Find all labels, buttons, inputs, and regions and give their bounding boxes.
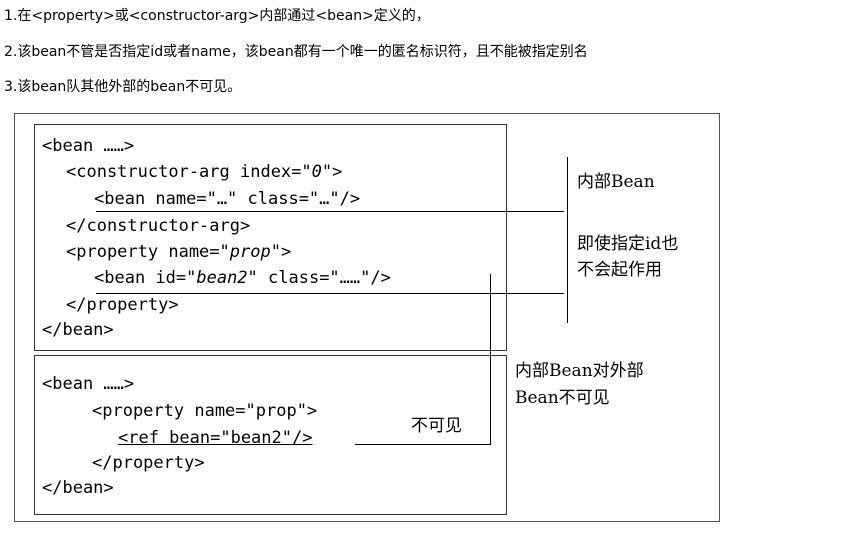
underline-invisible: [355, 444, 491, 445]
code-line-inner-bean: <bean name="…" class="…"/>: [94, 189, 361, 209]
code-line-bean-close: </bean>: [42, 320, 114, 340]
label-id-no-effect-1: 即使指定id也: [577, 234, 679, 254]
code-line-property-open: <property name="prop">: [66, 242, 292, 262]
label-inner-bean-outside-2: Bean不可见: [515, 388, 610, 408]
underline-inner-bean-id: [96, 293, 564, 294]
inner-bean-code-box: [34, 124, 507, 351]
label-inner-bean-outside-1: 内部Bean对外部: [515, 361, 644, 381]
underline-inner-bean: [96, 211, 564, 212]
code2-line-ref: <ref bean="bean2"/>: [118, 428, 313, 448]
code-line-constructor-arg-open: <constructor-arg index="0">: [66, 162, 343, 182]
label-inner-bean: 内部Bean: [577, 172, 655, 192]
bracket-inner-bean: [567, 157, 568, 323]
label-invisible: 不可见: [411, 416, 462, 436]
note-1: 1.在<property>或<constructor-arg>内部通过<bean…: [4, 8, 430, 24]
code-line-bean-open: <bean ……>: [42, 136, 135, 156]
note-2: 2.该bean不管是否指定id或者name，该bean都有一个唯一的匿名标识符，…: [4, 44, 588, 60]
label-id-no-effect-2: 不会起作用: [577, 260, 662, 280]
code2-line-property-close: </property>: [92, 453, 205, 473]
code2-line-bean-open: <bean ……>: [42, 374, 135, 394]
note-3: 3.该bean队其他外部的bean不可见。: [4, 79, 242, 95]
code2-line-property-open: <property name="prop">: [92, 401, 318, 421]
code-line-property-close: </property>: [66, 295, 179, 315]
code-line-inner-bean-id: <bean id="bean2" class="……"/>: [94, 268, 391, 288]
code2-line-bean-close: </bean>: [42, 478, 114, 498]
bracket-invisible: [490, 274, 491, 444]
code-line-constructor-arg-close: </constructor-arg>: [66, 216, 251, 236]
